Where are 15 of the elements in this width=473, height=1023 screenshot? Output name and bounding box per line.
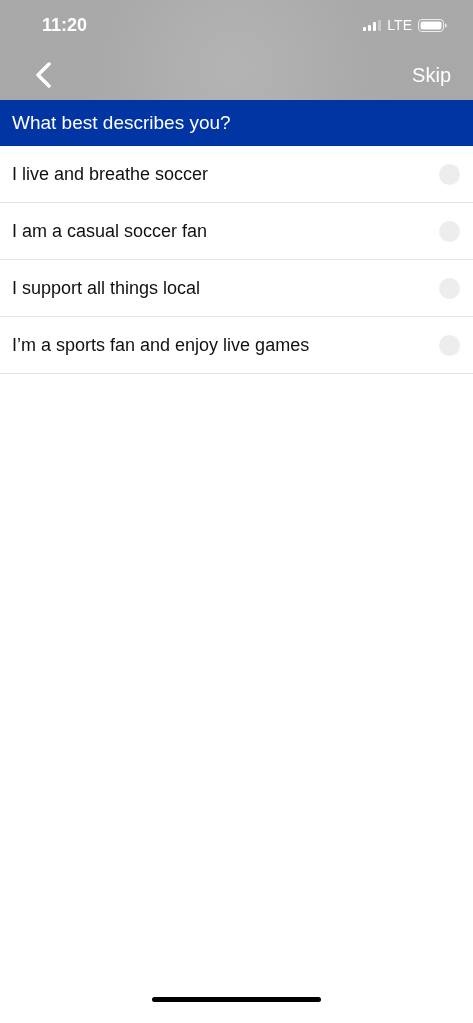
status-time: 11:20 xyxy=(42,14,88,36)
option-row[interactable]: I support all things local xyxy=(0,260,473,317)
signal-icon xyxy=(363,19,382,31)
option-label: I live and breathe soccer xyxy=(12,163,209,185)
question-title: What best describes you? xyxy=(12,112,231,134)
battery-icon xyxy=(418,18,447,32)
back-button[interactable] xyxy=(34,62,52,88)
option-row[interactable]: I’m a sports fan and enjoy live games xyxy=(0,317,473,374)
network-label: LTE xyxy=(387,17,412,33)
option-label: I am a casual soccer fan xyxy=(12,220,208,242)
option-row[interactable]: I live and breathe soccer xyxy=(0,146,473,203)
option-label: I support all things local xyxy=(12,277,201,299)
option-row[interactable]: I am a casual soccer fan xyxy=(0,203,473,260)
back-icon xyxy=(34,62,52,88)
option-label: I’m a sports fan and enjoy live games xyxy=(12,334,310,356)
